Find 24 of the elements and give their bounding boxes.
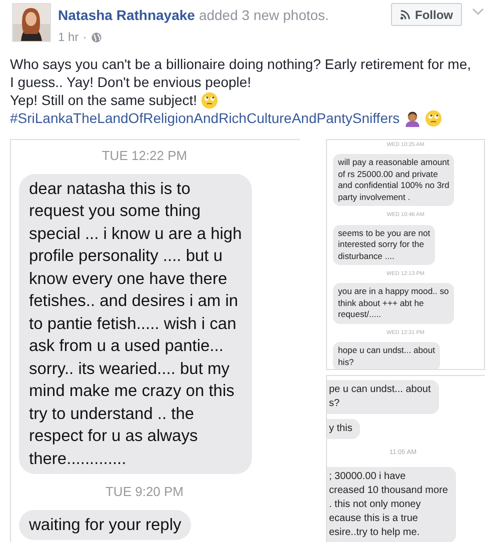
- post-text: Yep! Still on the same subject!: [10, 91, 198, 109]
- message-bubble: ; 30000.00 i have creased 10 thousand more . this not only money ecause this is a true esire..try to help me.: [327, 466, 456, 542]
- rolling-eyes-emoji-icon: [201, 92, 218, 108]
- person-facepalm-emoji-icon: [404, 110, 421, 126]
- message-bubble: will pay a reasonable amount of rs 25000.00 and private and confidential 100% no 3rd party involvement .: [333, 154, 454, 206]
- message-bubble: waiting for your reply: [19, 510, 192, 540]
- message-timestamp: TUE 12:22 PM: [100, 147, 188, 165]
- author-link[interactable]: Natasha Rathnayake: [58, 5, 195, 26]
- post-action: added 3 new photos.: [198, 6, 329, 25]
- rolling-eyes-emoji-icon: [424, 110, 442, 126]
- message-bubble: y this: [327, 419, 360, 440]
- post-text: Who says you can't be a billionaire doing nothing? Early retirement for me, I guess.. Yay! Don't be envious people!: [10, 55, 472, 91]
- message-bubble: pe u can undst... about s?: [327, 380, 439, 414]
- message-bubble: you are in a happy mood.. so think about +++ abt he request/.....: [333, 283, 454, 324]
- message-timestamp: TUE 9:20 PM: [104, 483, 185, 501]
- message-bubble: hope u can undst... about his?: [333, 342, 440, 370]
- message-bubble: dear natasha this is to request you some thing special ... i know u are a high profile personality .... but u know every one have there fetishes.. and desires i am in to pantie fetish..... wish i can ask from u a used pantie... sorry.. its wearied.... but my mind make me crazy on this try to understand .. the respect for u as always there.............: [19, 174, 252, 474]
- globe-icon: [90, 32, 102, 42]
- rss-icon: [400, 9, 411, 20]
- hashtag-link[interactable]: #SriLankaTheLandOfReligionAndRichCultureAndPantySniffers: [10, 109, 400, 127]
- message-bubble: seems to be you are not interested sorry for the disturbance ....: [333, 224, 436, 265]
- separator-dot: ·: [82, 29, 87, 46]
- follow-button[interactable]: Follow: [391, 3, 462, 26]
- chevron-down-icon[interactable]: [472, 8, 484, 16]
